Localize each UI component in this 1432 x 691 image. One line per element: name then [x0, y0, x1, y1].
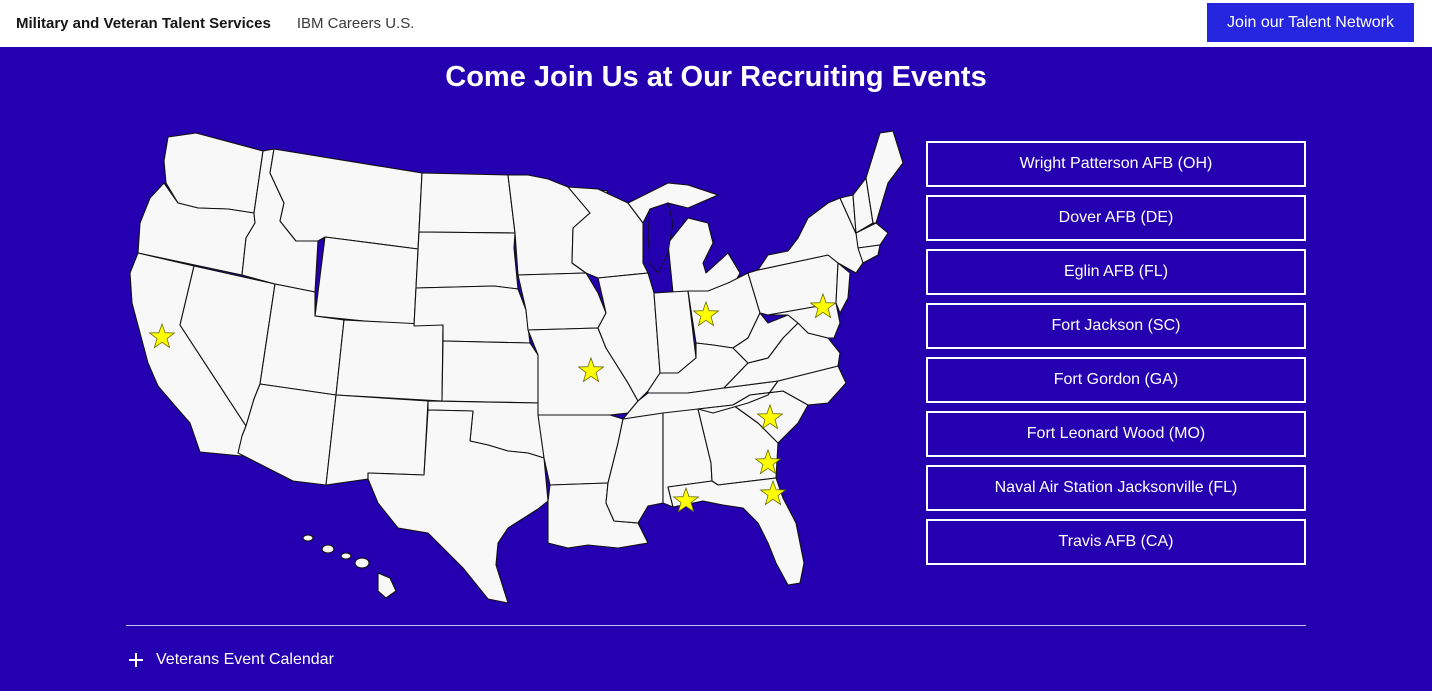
- veterans-event-calendar-accordion[interactable]: Veterans Event Calendar: [128, 648, 334, 672]
- state-mt: [269, 148, 423, 250]
- hawaii: [302, 534, 397, 599]
- join-talent-network-button[interactable]: Join our Talent Network: [1207, 3, 1414, 42]
- event-button[interactable]: Fort Leonard Wood (MO): [926, 411, 1306, 457]
- top-nav: Military and Veteran Talent Services IBM…: [0, 0, 1432, 47]
- ibm-careers-link[interactable]: IBM Careers U.S.: [297, 15, 415, 32]
- event-button[interactable]: Naval Air Station Jacksonville (FL): [926, 465, 1306, 511]
- state-ks: [441, 340, 541, 404]
- event-button[interactable]: Eglin AFB (FL): [926, 249, 1306, 295]
- event-button[interactable]: Dover AFB (DE): [926, 195, 1306, 241]
- us-map-svg: [129, 130, 904, 604]
- state-mi-upper: [627, 182, 719, 224]
- event-button[interactable]: Fort Gordon (GA): [926, 357, 1306, 403]
- plus-icon: [128, 652, 144, 668]
- state-sd: [415, 231, 519, 290]
- section-title: Come Join Us at Our Recruiting Events: [445, 61, 987, 93]
- brand-link[interactable]: Military and Veteran Talent Services: [16, 15, 271, 32]
- recruiting-events-section: Come Join Us at Our Recruiting Events Wr…: [0, 47, 1432, 691]
- state-nj: [835, 262, 851, 314]
- state-nd: [418, 172, 516, 234]
- state-me: [865, 130, 904, 224]
- state-wy: [314, 236, 419, 327]
- state-co: [335, 319, 444, 402]
- divider: [126, 625, 1306, 626]
- state-wa: [163, 132, 264, 214]
- event-button[interactable]: Travis AFB (CA): [926, 519, 1306, 565]
- event-button[interactable]: Fort Jackson (SC): [926, 303, 1306, 349]
- lake-michigan: [647, 202, 674, 274]
- accordion-label: Veterans Event Calendar: [156, 651, 334, 668]
- events-list: Wright Patterson AFB (OH) Dover AFB (DE)…: [926, 141, 1306, 573]
- event-button[interactable]: Wright Patterson AFB (OH): [926, 141, 1306, 187]
- state-nm: [325, 394, 429, 486]
- us-map: [128, 123, 908, 608]
- states: [129, 130, 904, 604]
- state-ia: [517, 272, 607, 331]
